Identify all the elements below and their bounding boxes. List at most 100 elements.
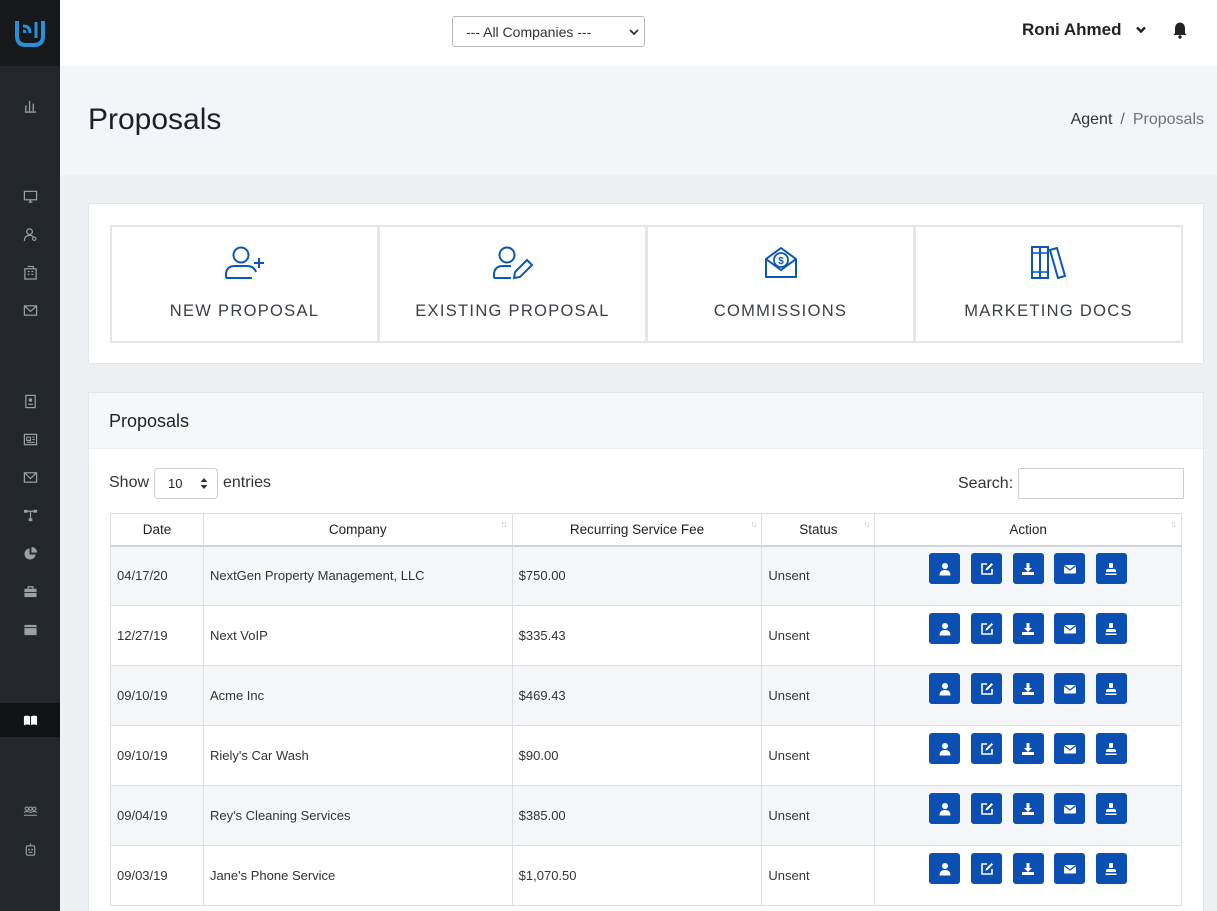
- download-icon: [1022, 862, 1035, 875]
- email-button[interactable]: [1054, 673, 1086, 704]
- logo-icon: [15, 21, 45, 47]
- quick-actions-card: NEW PROPOSAL EXISTING PROPOSAL $ COMMISS…: [88, 203, 1204, 364]
- view-contact-button[interactable]: [929, 853, 961, 884]
- column-header-action[interactable]: Action ↑↓: [874, 513, 1182, 547]
- sidebar-newspaper-icon[interactable]: [0, 422, 60, 456]
- edit-button[interactable]: [971, 853, 1003, 884]
- tile-new-proposal[interactable]: NEW PROPOSAL: [110, 225, 379, 343]
- column-header-label: Action: [1009, 521, 1047, 537]
- tile-label: COMMISSIONS: [713, 302, 848, 320]
- app-logo[interactable]: [0, 0, 60, 66]
- cell-company: Rey's Cleaning Services: [202, 785, 513, 846]
- edit-button[interactable]: [971, 553, 1003, 585]
- cell-company: Next VoIP: [202, 605, 513, 666]
- download-icon: [1022, 682, 1035, 695]
- sign-stamp-button[interactable]: [1095, 673, 1127, 704]
- cell-fee: $90.00: [511, 725, 763, 786]
- sidebar-wallet-icon[interactable]: [0, 612, 60, 646]
- tile-commissions[interactable]: $ COMMISSIONS: [646, 225, 915, 343]
- edit-button[interactable]: [971, 793, 1003, 824]
- sidebar-monitor-icon[interactable]: [0, 179, 60, 213]
- user-icon: [939, 862, 951, 875]
- money-envelope-icon: $: [764, 247, 797, 278]
- download-button[interactable]: [1012, 793, 1044, 824]
- download-button[interactable]: [1012, 673, 1044, 704]
- view-contact-button[interactable]: [929, 673, 961, 704]
- table-row: 09/03/19 Jane's Phone Service $1,070.50 …: [110, 845, 1182, 906]
- stamp-icon: [1105, 862, 1117, 875]
- email-button[interactable]: [1054, 613, 1086, 644]
- sidebar-pie-chart-icon[interactable]: [0, 536, 60, 570]
- cell-company: Riely's Car Wash: [202, 725, 513, 786]
- view-contact-button[interactable]: [929, 793, 961, 824]
- sign-stamp-button[interactable]: [1095, 553, 1127, 585]
- cell-company: Jane's Phone Service: [202, 845, 513, 906]
- sidebar-envelope-icon[interactable]: [0, 460, 60, 494]
- user-icon: [939, 622, 951, 635]
- email-button[interactable]: [1054, 553, 1086, 585]
- chevron-down-icon: [1136, 26, 1147, 34]
- sidebar-dashboard-icon[interactable]: [0, 88, 60, 122]
- email-button[interactable]: [1054, 853, 1086, 884]
- download-button[interactable]: [1012, 613, 1044, 644]
- sidebar-sitemap-icon[interactable]: [0, 498, 60, 532]
- proposals-table: Date Company ↑↓ Recurring Service Fee ↑↓ S…: [110, 513, 1182, 906]
- stamp-icon: [1105, 802, 1117, 815]
- sidebar-building-icon[interactable]: [0, 255, 60, 289]
- download-button[interactable]: [1012, 553, 1044, 585]
- view-contact-button[interactable]: [929, 613, 961, 644]
- edit-icon: [980, 562, 993, 575]
- sidebar-user-search-icon[interactable]: [0, 217, 60, 251]
- breadcrumb-agent-link[interactable]: Agent: [1071, 111, 1113, 129]
- sidebar-mail-icon[interactable]: [0, 293, 60, 327]
- sign-stamp-button[interactable]: [1095, 793, 1127, 824]
- table-row: 04/17/20 NextGen Property Management, LL…: [110, 545, 1182, 606]
- sign-stamp-button[interactable]: [1095, 853, 1127, 884]
- column-header-status[interactable]: Status ↑↓: [761, 513, 876, 547]
- cell-date: 12/27/19: [110, 605, 204, 666]
- user-icon: [939, 742, 951, 755]
- cell-date: 09/10/19: [110, 725, 204, 786]
- email-button[interactable]: [1054, 793, 1086, 824]
- tile-existing-proposal[interactable]: EXISTING PROPOSAL: [378, 225, 647, 343]
- view-contact-button[interactable]: [929, 553, 961, 585]
- sign-stamp-button[interactable]: [1095, 613, 1127, 644]
- column-header-company[interactable]: Company ↑↓: [202, 513, 513, 547]
- breadcrumb: Agent / Proposals: [1071, 111, 1204, 129]
- cell-actions: [874, 725, 1182, 786]
- sidebar-contact-card-icon[interactable]: [0, 384, 60, 418]
- email-button[interactable]: [1054, 733, 1086, 764]
- search-input[interactable]: [1018, 468, 1184, 499]
- user-menu[interactable]: Roni Ahmed: [1022, 20, 1147, 40]
- sidebar-book-open-icon[interactable]: [0, 703, 60, 737]
- company-filter-select[interactable]: --- All Companies ---: [452, 16, 645, 47]
- download-button[interactable]: [1012, 853, 1044, 884]
- edit-button[interactable]: [971, 673, 1003, 704]
- envelope-icon: [1063, 564, 1077, 574]
- edit-icon: [980, 862, 993, 875]
- edit-icon: [980, 802, 993, 815]
- sidebar-robot-icon[interactable]: [0, 832, 60, 866]
- edit-button[interactable]: [971, 733, 1003, 764]
- books-icon: [1030, 246, 1066, 280]
- table-header-row: Date Company ↑↓ Recurring Service Fee ↑↓ S…: [110, 513, 1182, 547]
- notification-bell-icon[interactable]: [1172, 21, 1188, 44]
- user-plus-icon: [224, 246, 264, 279]
- edit-button[interactable]: [971, 613, 1003, 644]
- edit-icon: [980, 622, 993, 635]
- sidebar-users-icon[interactable]: [0, 794, 60, 828]
- edit-icon: [980, 682, 993, 695]
- cell-company: NextGen Property Management, LLC: [202, 545, 513, 606]
- download-button[interactable]: [1012, 733, 1044, 764]
- column-header-fee[interactable]: Recurring Service Fee ↑↓: [511, 513, 763, 547]
- column-header-date[interactable]: Date: [110, 513, 204, 547]
- sign-stamp-button[interactable]: [1095, 733, 1127, 764]
- cell-status: Unsent: [761, 725, 876, 786]
- cell-actions: [874, 845, 1182, 906]
- view-contact-button[interactable]: [929, 733, 961, 764]
- sort-icon: ↑↓: [500, 519, 508, 529]
- entries-per-page-select[interactable]: 10: [154, 468, 218, 499]
- cell-company: Acme Inc: [202, 665, 513, 726]
- tile-marketing-docs[interactable]: MARKETING DOCS: [914, 225, 1183, 343]
- sidebar-toolbox-icon[interactable]: [0, 574, 60, 608]
